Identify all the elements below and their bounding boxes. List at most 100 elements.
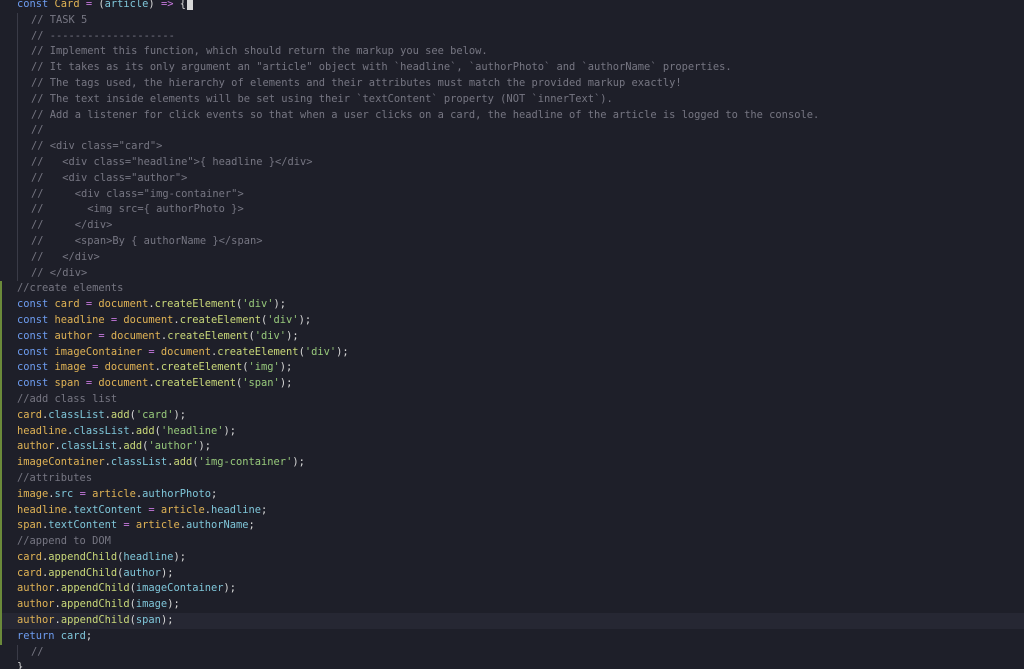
code-line[interactable]: span.textContent = article.authorName; (0, 518, 1024, 534)
code-token: ); (279, 361, 293, 374)
code-line[interactable]: // The text inside elements will be set … (0, 91, 1024, 108)
code-line[interactable]: const span = document.createElement('spa… (0, 376, 1024, 392)
code-token: ); (298, 313, 312, 326)
code-token: // (31, 124, 44, 137)
code-token: const (17, 298, 55, 311)
code-token: // TASK 5 (31, 13, 88, 26)
code-editor[interactable]: const Card = (article) => {// TASK 5 // -… (0, 0, 1024, 669)
code-token: = (92, 329, 111, 342)
code-line[interactable]: // -------------------- (0, 28, 1024, 45)
code-token: headline (123, 550, 174, 563)
code-token: add (123, 440, 143, 453)
code-line[interactable]: // <div class="card"> (0, 139, 1024, 155)
code-line[interactable]: const Card = (article) => { (0, 0, 1024, 13)
code-token: ; (211, 487, 218, 500)
code-token: article (104, 0, 149, 10)
code-line[interactable]: } (0, 660, 1024, 669)
code-line[interactable]: author.appendChild(span); (0, 613, 1024, 629)
code-token: // It takes as its only argument an "art… (31, 61, 732, 74)
code-line[interactable]: imageContainer.classList.add('img-contai… (0, 455, 1024, 471)
code-lines[interactable]: const Card = (article) => {// TASK 5 // -… (0, 0, 1024, 669)
code-token: 'span' (242, 377, 280, 390)
code-token: // <div class="img-container"> (31, 187, 244, 200)
code-token: createElement (154, 298, 236, 311)
code-line[interactable]: // <div class="img-container"> (0, 186, 1024, 203)
code-token: => (160, 0, 174, 10)
code-token: createElement (217, 345, 299, 358)
code-token: // </div> (31, 250, 100, 263)
code-token: 'div' (267, 313, 299, 326)
code-token: authorPhoto (142, 487, 211, 500)
code-line[interactable]: card.appendChild(author); (0, 565, 1024, 582)
code-token: createElement (160, 361, 243, 374)
code-line[interactable]: // </div> (0, 249, 1024, 266)
code-token: // (31, 645, 44, 658)
code-token: headline (54, 313, 105, 326)
code-line[interactable]: //add class list (0, 391, 1024, 408)
code-token: src (54, 487, 74, 500)
code-token: span (17, 519, 43, 532)
code-token: return (17, 629, 61, 642)
code-line[interactable]: // Add a listener for click events so th… (0, 107, 1024, 124)
code-token: ); (286, 329, 299, 342)
code-token: createElement (154, 377, 236, 390)
code-token: headline (210, 503, 262, 516)
code-line[interactable]: // <span>By { authorName }</span> (0, 233, 1024, 250)
code-token: = (73, 487, 93, 500)
code-token: ); (173, 408, 186, 421)
code-line[interactable]: // Implement this function, which should… (0, 44, 1024, 60)
code-line[interactable]: //append to DOM (0, 534, 1024, 550)
code-line[interactable]: // TASK 5 (0, 12, 1024, 29)
code-line[interactable]: // <div class="author"> (0, 170, 1024, 187)
code-line[interactable]: // It takes as its only argument an "art… (0, 60, 1024, 76)
code-token: ); (336, 345, 349, 358)
code-line[interactable]: // <div class="headline">{ headline }</d… (0, 154, 1024, 171)
code-line[interactable]: author.appendChild(image); (0, 597, 1024, 613)
code-line[interactable]: const imageContainer = document.createEl… (0, 344, 1024, 361)
code-line[interactable]: // </div> (0, 218, 1024, 234)
code-token: add (173, 456, 193, 469)
code-token: appendChild (48, 566, 118, 579)
code-token: ); (198, 440, 211, 453)
code-token: 'card' (135, 408, 174, 421)
code-line[interactable]: const author = document.createElement('d… (0, 328, 1024, 345)
code-line[interactable]: const image = document.createElement('im… (0, 360, 1024, 376)
code-line[interactable]: headline.classList.add('headline'); (0, 423, 1024, 440)
code-line[interactable]: const headline = document.createElement(… (0, 312, 1024, 329)
code-line[interactable]: author.appendChild(imageContainer); (0, 581, 1024, 598)
code-token: author (17, 440, 55, 453)
code-line[interactable]: const card = document.createElement('div… (0, 297, 1024, 313)
code-token: = (117, 519, 136, 532)
code-token: headline (17, 424, 68, 437)
code-line[interactable]: // <img src={ authorPhoto }> (0, 202, 1024, 218)
code-token: = (85, 361, 105, 374)
code-token: ) (148, 0, 161, 10)
code-token: //append to DOM (17, 535, 111, 548)
code-token: author (17, 614, 55, 627)
code-token: author (17, 598, 55, 611)
code-token: classList (110, 456, 168, 469)
code-line[interactable]: //create elements (0, 281, 1024, 297)
code-token: ); (273, 298, 287, 311)
code-token: imageContainer (54, 345, 143, 358)
code-token: const (17, 361, 55, 374)
code-token: card (17, 550, 43, 563)
code-token: 'author' (148, 440, 199, 453)
code-line[interactable]: return card; (0, 628, 1024, 645)
code-token: 'headline' (160, 424, 224, 437)
code-token: // The text inside elements will be set … (31, 92, 613, 105)
code-line[interactable]: image.src = article.authorPhoto; (0, 486, 1024, 503)
code-line[interactable]: // </div> (0, 265, 1024, 282)
code-token: ); (279, 377, 293, 390)
code-line[interactable]: card.classList.add('card'); (0, 407, 1024, 424)
code-line[interactable]: author.classList.add('author'); (0, 439, 1024, 455)
code-line[interactable]: // (0, 123, 1024, 139)
code-line[interactable]: headline.textContent = article.headline; (0, 502, 1024, 519)
code-token: 'div' (242, 298, 274, 311)
code-line[interactable]: //attributes (0, 470, 1024, 487)
code-token: // <div class="headline">{ headline }</d… (31, 155, 313, 168)
code-line[interactable]: // The tags used, the hierarchy of eleme… (0, 75, 1024, 92)
code-line[interactable]: card.appendChild(headline); (0, 549, 1024, 566)
code-token: 'div' (254, 329, 287, 342)
code-line[interactable]: // (0, 644, 1024, 661)
